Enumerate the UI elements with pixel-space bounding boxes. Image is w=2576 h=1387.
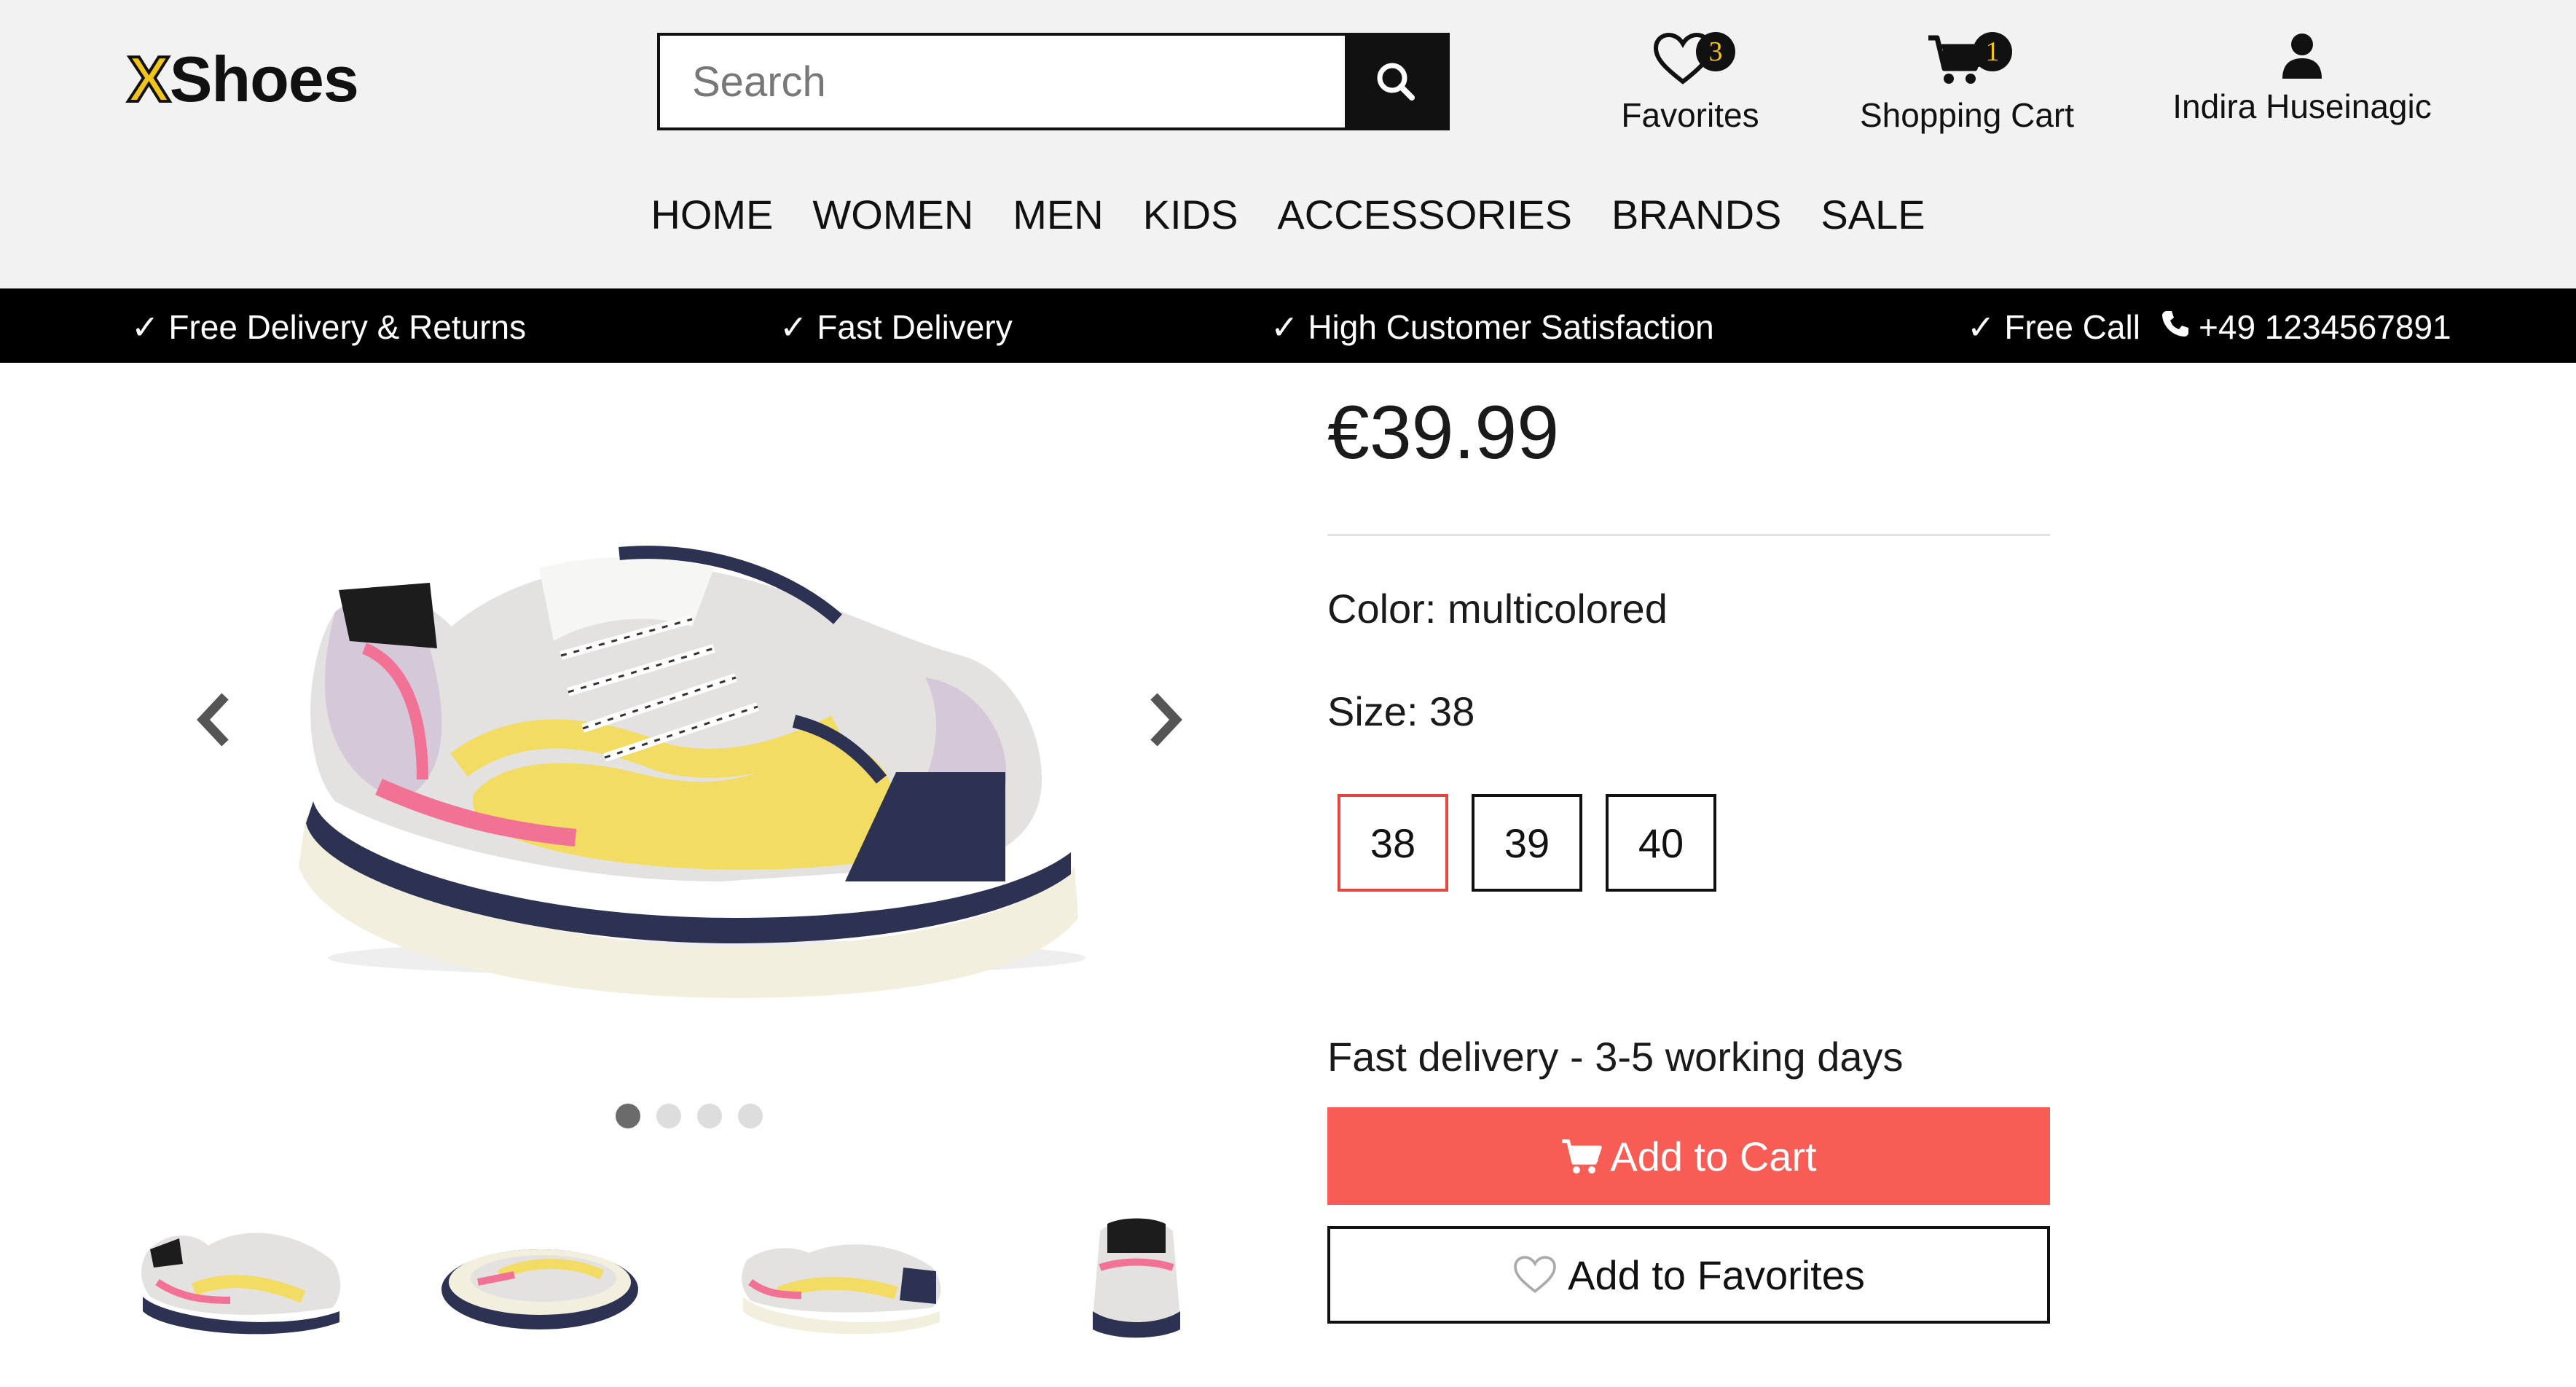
phone-icon bbox=[2162, 311, 2188, 337]
add-to-favorites-label: Add to Favorites bbox=[1568, 1252, 1865, 1298]
nav-sale[interactable]: SALE bbox=[1821, 191, 1925, 238]
nav-kids[interactable]: KIDS bbox=[1143, 191, 1238, 238]
promo-bar: ✓ Free Delivery & Returns ✓ Fast Deliver… bbox=[0, 288, 2576, 363]
nav-home[interactable]: HOME bbox=[651, 191, 773, 238]
shopping-cart-link[interactable]: 1 Shopping Cart bbox=[1858, 32, 2076, 135]
promo-free-call: ✓ Free Call bbox=[1967, 308, 2140, 346]
product-main-image bbox=[299, 546, 1085, 998]
nav-women[interactable]: WOMEN bbox=[812, 191, 973, 238]
slide-dot-3[interactable] bbox=[697, 1104, 722, 1128]
size-option-39[interactable]: 39 bbox=[1472, 794, 1582, 892]
main-nav: HOME WOMEN MEN KIDS ACCESSORIES BRANDS SALE bbox=[0, 191, 2576, 238]
thumbnail-2[interactable] bbox=[434, 1209, 645, 1340]
search-input[interactable] bbox=[660, 36, 1340, 127]
user-account-link[interactable]: Indira Huseinagic bbox=[2156, 32, 2448, 126]
favorites-count-badge: 3 bbox=[1696, 32, 1735, 71]
thumbnail-4[interactable] bbox=[1078, 1209, 1195, 1340]
heart-outline-icon bbox=[1514, 1256, 1556, 1293]
cart-count-badge: 1 bbox=[1973, 32, 2012, 71]
logo[interactable]: XShoes bbox=[126, 42, 359, 117]
favorites-link[interactable]: 3 Favorites bbox=[1617, 32, 1763, 135]
logo-text: Shoes bbox=[169, 43, 359, 115]
slide-dot-2[interactable] bbox=[656, 1104, 681, 1128]
shopping-cart-label: Shopping Cart bbox=[1859, 96, 2075, 134]
search-icon bbox=[1377, 63, 1415, 101]
thumbnail-1[interactable] bbox=[136, 1209, 347, 1340]
thumbnail-3[interactable] bbox=[736, 1209, 947, 1340]
slide-dots bbox=[616, 1104, 779, 1132]
favorites-label: Favorites bbox=[1621, 96, 1759, 134]
nav-brands[interactable]: BRANDS bbox=[1611, 191, 1781, 238]
user-icon bbox=[2282, 34, 2322, 79]
color-text: Color: multicolored bbox=[1327, 586, 1668, 632]
delivery-text: Fast delivery - 3-5 working days bbox=[1327, 1034, 1904, 1080]
promo-phone[interactable]: +49 1234567891 bbox=[2199, 307, 2451, 347]
promo-satisfaction: ✓ High Customer Satisfaction bbox=[1271, 308, 1714, 346]
search-button[interactable] bbox=[1345, 36, 1447, 127]
search-bar bbox=[657, 33, 1450, 130]
add-to-favorites-button[interactable]: Add to Favorites bbox=[1327, 1226, 2050, 1324]
size-option-40[interactable]: 40 bbox=[1606, 794, 1716, 892]
slide-dot-1[interactable] bbox=[616, 1104, 640, 1128]
size-option-38[interactable]: 38 bbox=[1338, 794, 1448, 892]
nav-accessories[interactable]: ACCESSORIES bbox=[1277, 191, 1572, 238]
size-text: Size: 38 bbox=[1327, 688, 1475, 734]
price-divider bbox=[1327, 534, 2050, 536]
logo-x: X bbox=[126, 42, 172, 117]
slide-dot-4[interactable] bbox=[738, 1104, 763, 1128]
nav-men[interactable]: MEN bbox=[1013, 191, 1103, 238]
user-name: Indira Huseinagic bbox=[2172, 87, 2432, 125]
cart-icon bbox=[1562, 1139, 1603, 1174]
add-to-cart-label: Add to Cart bbox=[1610, 1133, 1817, 1179]
next-slide-arrow[interactable] bbox=[1142, 691, 1186, 749]
prev-slide-arrow[interactable] bbox=[193, 691, 237, 749]
add-to-cart-button[interactable]: Add to Cart bbox=[1327, 1107, 2050, 1205]
promo-fast-delivery: ✓ Fast Delivery bbox=[780, 308, 1013, 346]
product-price: €39.99 bbox=[1327, 390, 1560, 475]
promo-free-delivery: ✓ Free Delivery & Returns bbox=[131, 308, 527, 346]
site-header: XShoes 3 Favorites 1 Shopping Cart bbox=[0, 0, 2576, 288]
